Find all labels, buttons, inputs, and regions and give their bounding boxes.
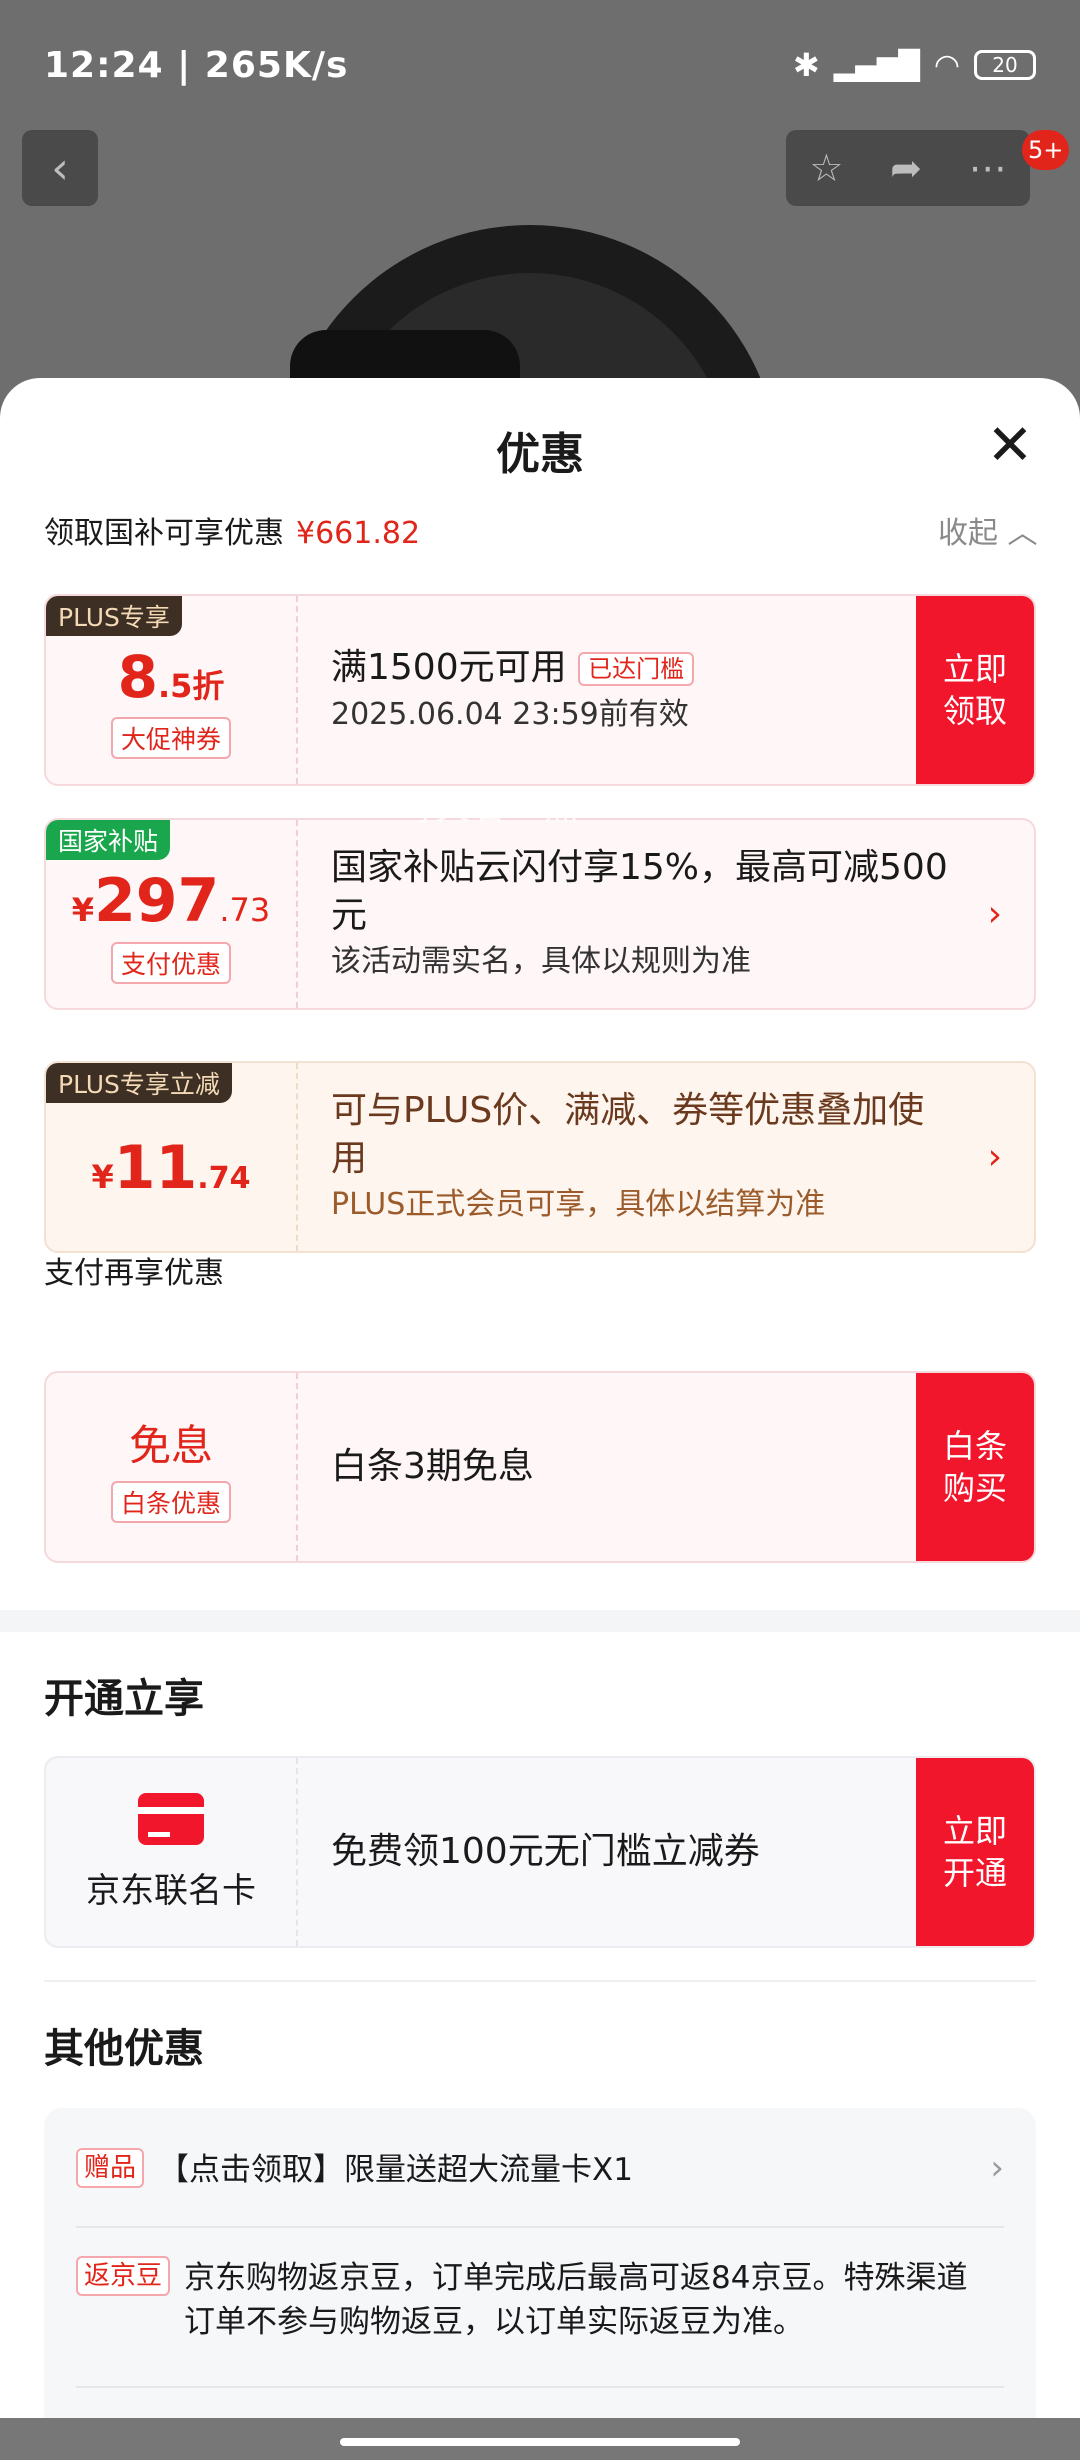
credit-card-icon — [138, 1792, 204, 1845]
gift-text: 【点击领取】限量送超大流量卡X1 — [158, 2152, 633, 2188]
share-icon[interactable]: ➦ — [890, 146, 922, 190]
chevron-right-icon[interactable]: › — [988, 1137, 1002, 1178]
chevron-right-icon[interactable]: › — [988, 894, 1002, 935]
value-main: 297 — [94, 866, 220, 936]
subtitle-label: 领取国补可享优惠 — [44, 516, 284, 551]
coupon-value-panel: 国家补贴 ¥297.73 支付优惠 — [46, 820, 298, 1008]
coupon-chip: 支付优惠 — [110, 942, 231, 984]
watermark: 每天省一点 — [400, 788, 580, 828]
claim-button[interactable]: 立即 领取 — [916, 596, 1034, 784]
coupon-card-gov-subsidy[interactable]: 国家补贴 ¥297.73 支付优惠 国家补贴云闪付享15%，最高可减500元 该… — [44, 818, 1036, 1010]
coupon-card-plus[interactable]: PLUS专享 8.5折 大促神券 满1500元可用 已达门槛 2025.06.0… — [44, 594, 1036, 786]
star-icon[interactable]: ☆ — [809, 146, 843, 190]
sheet-title: 优惠 — [496, 429, 584, 480]
gift-row[interactable]: 赠品 【点击领取】限量送超大流量卡X1 › — [76, 2148, 1004, 2192]
baitiao-buy-label: 白条 购买 — [942, 1427, 1007, 1507]
value-main: 11 — [113, 1133, 198, 1203]
chevron-up-icon: ︿ — [1007, 516, 1038, 551]
collapse-button[interactable]: 收起 ︿ — [938, 508, 1038, 552]
status-time: 12:24 | 265K/s — [44, 44, 349, 86]
jingdou-tag: 返京豆 — [76, 2256, 171, 2296]
coupon-value-panel: PLUS专享 8.5折 大促神券 — [46, 596, 298, 784]
coupon-details: 满1500元可用 已达门槛 2025.06.04 23:59前有效 — [331, 596, 904, 784]
coupon-details: 可与PLUS价、满减、券等优惠叠加使用 PLUS正式会员可享，具体以结算为准 — [331, 1063, 954, 1251]
claim-label: 立即 领取 — [942, 650, 1007, 730]
chevron-right-icon[interactable]: › — [990, 2148, 1004, 2188]
open-card-button[interactable]: 立即 开通 — [916, 1758, 1034, 1946]
discount-sheet: 优惠 ✕ 领取国补可享优惠 ¥661.82 收起 ︿ PLUS专享 8.5折 大促… — [0, 378, 1080, 2460]
other-offers-panel: 赠品 【点击领取】限量送超大流量卡X1 › 返京豆 京东购物返京豆，订单完成后最… — [44, 2108, 1036, 2460]
value-unit: .74 — [197, 1161, 251, 1196]
row-divider — [76, 2226, 1004, 2228]
pay-section-title: 支付再享优惠 — [44, 1256, 224, 1291]
section-divider — [44, 1980, 1036, 1982]
coupon-value: ¥297.73 — [72, 866, 270, 936]
status-bar: 12:24 | 265K/s ✱ ▂▄▆█ ◠ 20 — [0, 0, 1080, 130]
more-icon[interactable]: ⋯ — [969, 146, 1007, 190]
battery-icon: 20 — [974, 50, 1036, 80]
coupon-tag: PLUS专享立减 — [46, 1063, 232, 1103]
coupon-title: 可与PLUS价、满减、券等优惠叠加使用 — [331, 1090, 925, 1179]
coupon-tag: 国家补贴 — [46, 820, 171, 860]
value-prefix: ¥ — [71, 891, 95, 929]
other-section-title: 其他优惠 — [44, 2026, 204, 2072]
chevron-left-icon: ‹ — [51, 142, 69, 194]
baitiao-chip: 白条优惠 — [110, 1480, 231, 1523]
baitiao-value-panel: 免息 白条优惠 — [46, 1373, 298, 1561]
bluetooth-icon: ✱ — [792, 46, 820, 84]
coupon-value: ¥11.74 — [92, 1133, 251, 1203]
threshold-chip: 已达门槛 — [578, 651, 695, 686]
cobrand-card-name: 京东联名卡 — [86, 1870, 256, 1911]
coupon-note: 该活动需实名，具体以规则为准 — [331, 944, 751, 979]
signal-icon: ▂▄▆█ — [833, 48, 920, 82]
value-unit: .73 — [219, 891, 271, 929]
cobrand-panel: 京东联名卡 — [46, 1758, 298, 1946]
coupon-expiry: 2025.06.04 23:59前有效 — [331, 696, 689, 732]
value-main: 8 — [117, 643, 158, 711]
gift-tag: 赠品 — [76, 2148, 145, 2188]
coupon-chip: 大促神券 — [110, 717, 231, 759]
header-actions: ☆ ➦ ⋯ — [786, 130, 1030, 206]
close-icon: ✕ — [986, 413, 1034, 478]
open-card-label: 立即 开通 — [942, 1812, 1007, 1892]
close-button[interactable]: ✕ — [980, 418, 1040, 478]
coupon-title: 国家补贴云闪付享15%，最高可减500元 — [331, 847, 948, 936]
coupon-card-plus-discount[interactable]: PLUS专享立减 ¥11.74 可与PLUS价、满减、券等优惠叠加使用 PLUS… — [44, 1061, 1036, 1253]
baitiao-buy-button[interactable]: 白条 购买 — [916, 1373, 1034, 1561]
message-badge: 5+ — [1022, 130, 1070, 170]
cobrand-card[interactable]: 京东联名卡 免费领100元无门槛立减券 立即 开通 — [44, 1756, 1036, 1948]
interest-free-label: 免息 — [128, 1420, 213, 1470]
open-section-title: 开通立享 — [44, 1676, 204, 1722]
coupon-condition: 满1500元可用 已达门槛 — [331, 644, 904, 693]
collapse-label: 收起 — [938, 516, 998, 551]
coupon-condition-text: 满1500元可用 — [331, 646, 567, 688]
baitiao-details: 白条3期免息 — [331, 1373, 904, 1561]
coupon-value: 8.5折 — [118, 643, 225, 711]
jingdou-text: 京东购物返京豆，订单完成后最高可返84京豆。特殊渠道订单不参与购物返豆，以订单实… — [184, 2260, 968, 2340]
status-icons: ✱ ▂▄▆█ ◠ 20 — [793, 46, 1036, 84]
baitiao-card[interactable]: 免息 白条优惠 白条3期免息 白条 购买 — [44, 1371, 1036, 1563]
cobrand-details: 免费领100元无门槛立减券 — [331, 1758, 904, 1946]
coupon-value-panel: PLUS专享立减 ¥11.74 — [46, 1063, 298, 1251]
baitiao-title: 白条3期免息 — [331, 1446, 534, 1487]
jingdou-row: 返京豆 京东购物返京豆，订单完成后最高可返84京豆。特殊渠道订单不参与购物返豆，… — [76, 2256, 976, 2344]
coupon-tag: PLUS专享 — [46, 596, 182, 636]
section-divider — [0, 1610, 1080, 1632]
row-divider — [76, 2386, 1004, 2388]
coupon-note: PLUS正式会员可享，具体以结算为准 — [331, 1187, 826, 1222]
value-prefix: ¥ — [91, 1158, 114, 1196]
home-indicator[interactable] — [340, 2438, 740, 2446]
subtitle: 领取国补可享优惠 ¥661.82 — [44, 508, 420, 552]
wifi-icon: ◠ — [933, 47, 960, 83]
value-unit: .5折 — [157, 667, 225, 705]
subtitle-amount: ¥661.82 — [296, 516, 421, 551]
back-button[interactable]: ‹ — [22, 130, 98, 206]
coupon-details: 国家补贴云闪付享15%，最高可减500元 该活动需实名，具体以规则为准 — [331, 820, 954, 1008]
cobrand-offer: 免费领100元无门槛立减券 — [331, 1831, 760, 1872]
